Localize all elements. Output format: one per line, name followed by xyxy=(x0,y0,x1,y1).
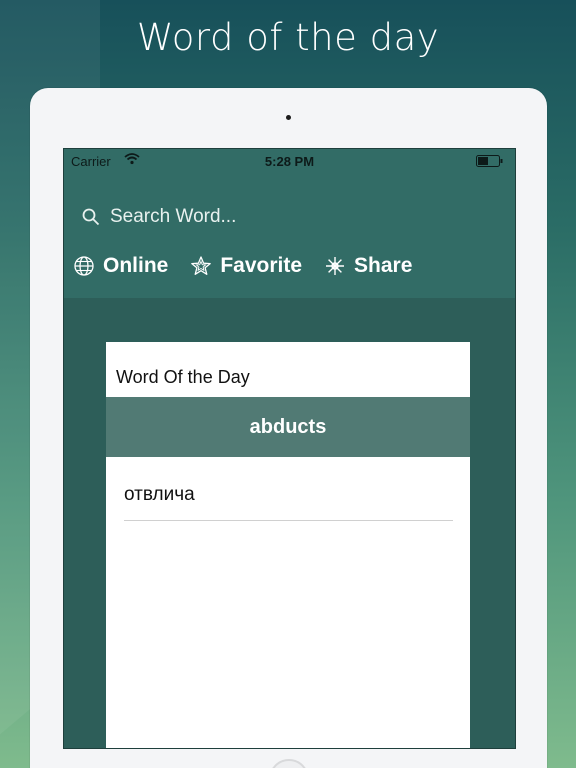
camera-dot xyxy=(286,115,291,120)
favorite-button[interactable]: Favorite xyxy=(190,254,302,278)
share-button[interactable]: Share xyxy=(324,254,412,278)
app-header: Carrier 5:28 PM Search Word... Online Fa… xyxy=(64,149,515,298)
toolbar: Online Favorite Share xyxy=(73,252,434,280)
favorite-label: Favorite xyxy=(220,254,303,277)
search-icon xyxy=(82,208,100,226)
home-button[interactable] xyxy=(269,759,309,768)
battery-icon xyxy=(476,155,503,167)
share-label: Share xyxy=(354,254,413,277)
divider xyxy=(124,520,453,521)
search-bar[interactable]: Search Word... xyxy=(82,205,236,229)
search-placeholder[interactable]: Search Word... xyxy=(110,206,236,228)
share-icon xyxy=(326,257,345,275)
word-of-day[interactable]: abducts xyxy=(106,397,470,457)
status-bar: Carrier 5:28 PM xyxy=(64,149,515,173)
word-card: Word Of the Day abducts отвлича xyxy=(106,342,470,748)
promo-title: Word of the day xyxy=(136,16,440,59)
online-label: Online xyxy=(103,254,169,277)
globe-icon xyxy=(74,256,94,276)
online-button[interactable]: Online xyxy=(73,254,168,278)
card-title: Word Of the Day xyxy=(116,367,250,387)
status-time: 5:28 PM xyxy=(264,154,315,169)
translation-text: отвлича xyxy=(124,484,195,505)
star-icon xyxy=(191,256,212,275)
app-screen: Carrier 5:28 PM Search Word... Online Fa… xyxy=(63,148,516,749)
